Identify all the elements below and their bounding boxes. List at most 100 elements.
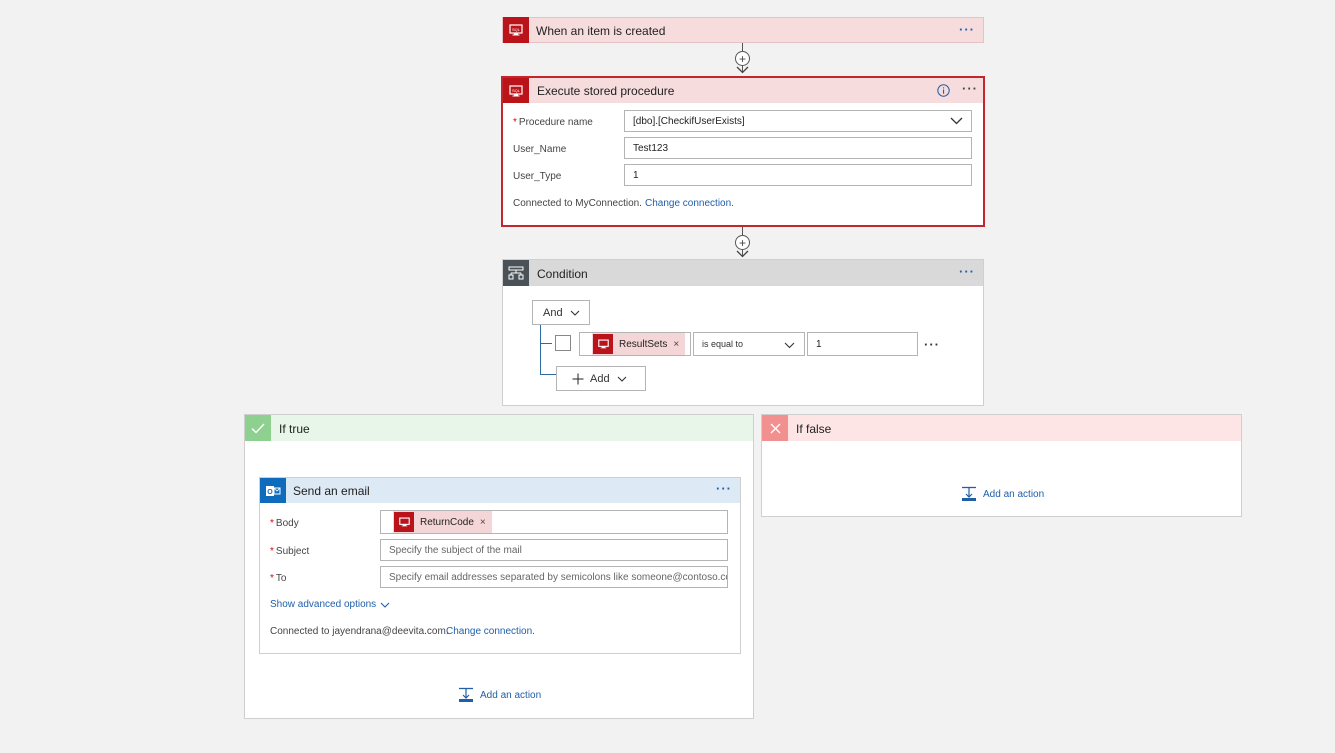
connection-status: Connected to jayendrana@deevita.com.	[270, 626, 449, 637]
to-placeholder: Specify email addresses separated by sem…	[389, 571, 728, 583]
send-email-header[interactable]: O Send an email ···	[260, 478, 740, 503]
close-icon	[762, 415, 788, 441]
tree-line	[540, 343, 552, 344]
subject-placeholder: Specify the subject of the mail	[389, 544, 522, 556]
if-true-title: If true	[279, 422, 310, 436]
add-action-label: Add an action	[480, 689, 542, 701]
required-marker: *	[270, 573, 274, 584]
operator-value: is equal to	[702, 339, 744, 349]
if-true-header[interactable]: If true	[245, 415, 753, 441]
subject-input[interactable]: Specify the subject of the mail	[380, 539, 728, 561]
remove-token-icon[interactable]: ×	[673, 339, 679, 350]
remove-token-icon[interactable]: ×	[480, 517, 486, 528]
user-name-value: Test123	[633, 142, 669, 154]
condition-icon	[503, 260, 529, 286]
procedure-name-label-text: Procedure name	[518, 117, 593, 128]
tree-line	[540, 374, 557, 375]
condition-left-operand[interactable]: ResultSets ×	[579, 332, 691, 356]
row-more-options-icon[interactable]: ···	[924, 337, 940, 352]
procedure-name-value: [dbo].[CheckifUserExists]	[633, 115, 745, 127]
info-icon[interactable]	[937, 84, 950, 97]
body-label: * Body	[270, 518, 299, 529]
add-action-label: Add an action	[983, 488, 1045, 500]
more-options-icon[interactable]: ···	[959, 22, 975, 37]
required-marker: *	[270, 518, 274, 529]
show-advanced-label: Show advanced options	[270, 599, 377, 610]
insert-step-icon[interactable]: +	[735, 235, 750, 250]
send-email-title: Send an email	[293, 484, 370, 498]
more-options-icon[interactable]: ···	[959, 264, 975, 279]
connection-status: Connected to MyConnection.	[513, 198, 642, 209]
row-select-checkbox[interactable]	[555, 335, 571, 351]
chevron-down-icon	[570, 310, 580, 316]
arrow-down-icon	[736, 66, 749, 74]
to-label-text: To	[275, 573, 287, 584]
sql-icon	[593, 334, 613, 354]
svg-text:SQL: SQL	[512, 27, 521, 32]
stored-procedure-header[interactable]: SQL Execute stored procedure ···	[503, 78, 983, 103]
add-action-button[interactable]: Add an action	[458, 687, 541, 703]
returncode-token-label: ReturnCode	[420, 516, 474, 528]
returncode-token: ReturnCode ×	[393, 511, 492, 533]
send-email-card: O Send an email ··· * Body ReturnCode × *…	[259, 477, 741, 654]
user-type-value: 1	[633, 169, 639, 181]
sql-icon: SQL	[503, 17, 529, 43]
to-input[interactable]: Specify email addresses separated by sem…	[380, 566, 728, 588]
check-icon	[245, 415, 271, 441]
resultsets-token-label: ResultSets	[619, 338, 668, 350]
procedure-name-dropdown[interactable]: [dbo].[CheckifUserExists]	[624, 110, 972, 132]
if-false-branch: If false Add an action	[761, 414, 1242, 517]
more-options-icon[interactable]: ···	[962, 81, 978, 96]
condition-card: Condition ··· And ResultSets × is equal …	[502, 259, 984, 406]
condition-value: 1	[816, 338, 822, 350]
body-label-text: Body	[275, 518, 299, 529]
user-type-label: User_Type	[513, 171, 562, 182]
chevron-down-icon	[380, 602, 390, 608]
add-condition-button[interactable]: Add	[556, 366, 646, 391]
required-marker: *	[513, 117, 517, 128]
more-options-icon[interactable]: ···	[716, 481, 732, 496]
condition-title: Condition	[537, 267, 588, 281]
chevron-down-icon	[784, 342, 795, 349]
and-dropdown[interactable]: And	[532, 300, 590, 325]
trigger-card[interactable]: SQL When an item is created ···	[502, 17, 984, 43]
plus-icon	[572, 373, 584, 384]
condition-header[interactable]: Condition ···	[503, 260, 983, 286]
stored-procedure-title: Execute stored procedure	[537, 84, 675, 98]
stored-procedure-card: SQL Execute stored procedure ··· * Proced…	[501, 76, 985, 227]
condition-value-input[interactable]: 1	[807, 332, 918, 356]
add-label: Add	[590, 372, 610, 385]
change-connection-link[interactable]: Change connection.	[645, 198, 734, 209]
subject-label: * Subject	[270, 546, 309, 557]
show-advanced-options[interactable]: Show advanced options	[270, 599, 390, 610]
add-action-button[interactable]: Add an action	[961, 486, 1044, 502]
required-marker: *	[270, 546, 274, 557]
change-connection-link[interactable]: Change connection.	[446, 626, 535, 637]
operator-dropdown[interactable]: is equal to	[693, 332, 805, 356]
add-action-icon	[459, 687, 473, 702]
resultsets-token: ResultSets ×	[592, 333, 686, 355]
if-false-title: If false	[796, 422, 832, 436]
arrow-down-icon	[736, 250, 749, 258]
svg-text:SQL: SQL	[512, 88, 521, 93]
procedure-name-label: * Procedure name	[513, 117, 593, 128]
user-name-label: User_Name	[513, 144, 567, 155]
chevron-down-icon	[950, 117, 963, 125]
to-label: * To	[270, 573, 286, 584]
if-false-header[interactable]: If false	[762, 415, 1241, 441]
body-input[interactable]: ReturnCode ×	[380, 510, 728, 534]
tree-line	[540, 325, 541, 374]
user-name-input[interactable]: Test123	[624, 137, 972, 159]
svg-text:O: O	[267, 489, 273, 496]
trigger-title: When an item is created	[536, 24, 666, 38]
insert-step-icon[interactable]: +	[735, 51, 750, 66]
and-label: And	[543, 306, 563, 319]
chevron-down-icon	[617, 376, 626, 382]
subject-label-text: Subject	[275, 546, 310, 557]
add-action-icon	[962, 486, 976, 501]
sql-icon: SQL	[503, 78, 529, 103]
user-type-input[interactable]: 1	[624, 164, 972, 186]
outlook-icon: O	[260, 478, 286, 503]
sql-icon	[394, 512, 414, 532]
if-true-branch: If true O Send an email ··· * Body Return…	[244, 414, 754, 719]
